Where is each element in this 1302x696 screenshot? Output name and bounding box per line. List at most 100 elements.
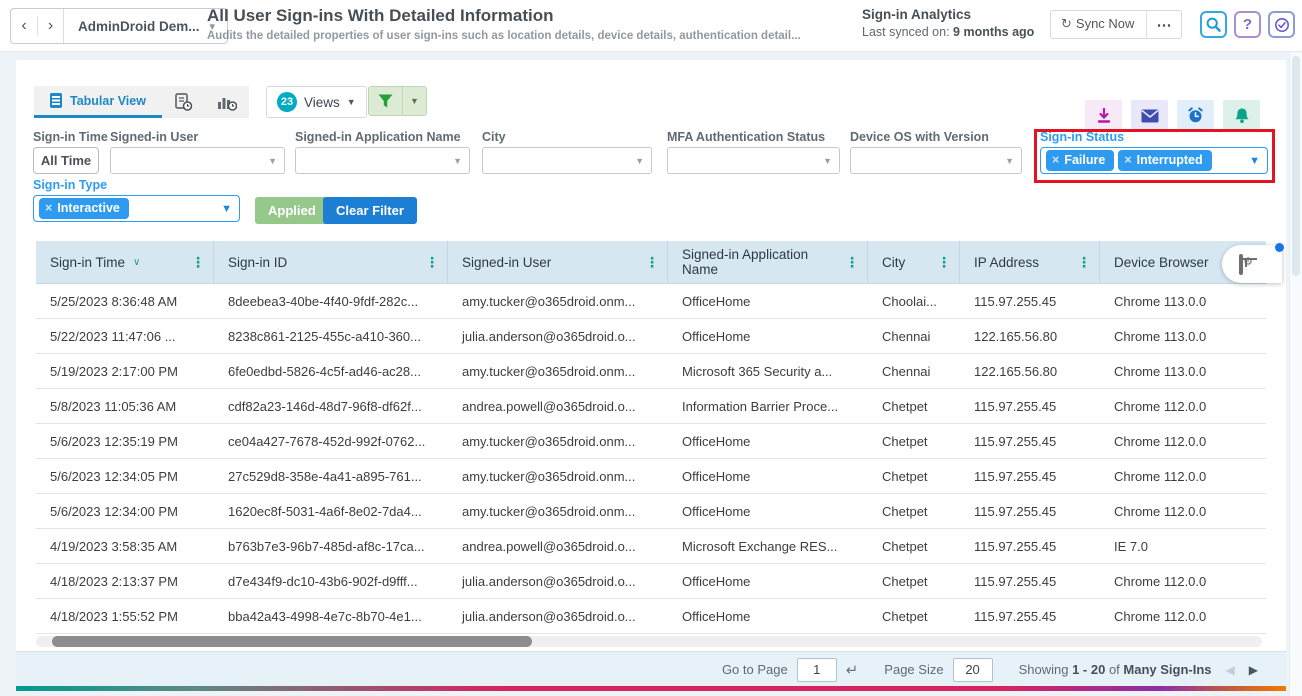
sort-descending-icon[interactable]: ∨ [133, 257, 140, 268]
column-menu-icon[interactable]: ⋮ [845, 254, 859, 271]
table-row[interactable]: 5/6/2023 12:34:00 PM 1620ec8f-5031-4a6f-… [36, 494, 1266, 529]
filter-chip-failure[interactable]: ×Failure [1046, 150, 1114, 171]
table-cell: Chetpet [868, 469, 960, 484]
table-cell: 115.97.255.45 [960, 504, 1100, 519]
table-row[interactable]: 5/8/2023 11:05:36 AM cdf82a23-146d-48d7-… [36, 389, 1266, 424]
table-cell: 5/25/2023 8:36:48 AM [36, 294, 214, 309]
forward-icon[interactable]: › [37, 17, 63, 35]
chevron-down-icon: ▼ [453, 156, 462, 166]
table-cell: 27c529d8-358e-4a41-a895-761... [214, 469, 448, 484]
device-os-select[interactable]: ▼ [850, 147, 1022, 174]
horizontal-scrollbar[interactable] [36, 636, 1262, 647]
table-cell: 5/8/2023 11:05:36 AM [36, 399, 214, 414]
filter-dropdown-button[interactable]: ▼ [402, 87, 426, 115]
download-icon [1096, 108, 1112, 124]
table-cell: Microsoft 365 Security a... [668, 364, 868, 379]
page-size-input[interactable] [953, 658, 993, 682]
column-header-signin-id[interactable]: Sign-in ID ⋮ [214, 241, 448, 283]
views-count-badge: 23 [277, 92, 297, 112]
table-cell: 4/18/2023 1:55:52 PM [36, 609, 214, 624]
table-cell: Chrome 112.0.0 [1100, 399, 1266, 414]
tab-scheduled-report[interactable] [162, 86, 205, 118]
city-select[interactable]: ▼ [482, 147, 652, 174]
column-menu-icon[interactable]: ⋮ [645, 254, 659, 271]
table-row[interactable]: 5/19/2023 2:17:00 PM 6fe0edbd-5826-4c5f-… [36, 354, 1266, 389]
schedule-button[interactable] [1177, 100, 1214, 131]
filter-signin-time: Sign-in Time All Time [33, 130, 108, 174]
column-menu-icon[interactable]: ⋮ [1077, 254, 1091, 271]
next-page-icon[interactable]: ▶ [1249, 663, 1258, 677]
table-row[interactable]: 5/22/2023 11:47:06 ... 8238c861-2125-455… [36, 319, 1266, 354]
table-cell: andrea.powell@o365droid.o... [448, 399, 668, 414]
last-synced-text: Last synced on: 9 months ago [862, 25, 1034, 39]
table-cell: bba42a43-4998-4e7c-8b70-4e1... [214, 609, 448, 624]
alerts-button[interactable] [1223, 100, 1260, 131]
table-row[interactable]: 4/19/2023 3:58:35 AM b763b7e3-96b7-485d-… [36, 529, 1266, 564]
table-cell: IE 7.0 [1100, 539, 1266, 554]
column-header-application-name[interactable]: Signed-in Application Name ⋮ [668, 241, 868, 283]
tab-tabular-view[interactable]: Tabular View [34, 86, 162, 118]
workspace-name[interactable]: AdminDroid Dem... [64, 19, 210, 34]
sync-status-block: Sign-in Analytics Last synced on: 9 mont… [862, 7, 1034, 39]
table-cell: Chetpet [868, 504, 960, 519]
filter-button[interactable] [369, 87, 402, 115]
column-header-city[interactable]: City ⋮ [868, 241, 960, 283]
horizontal-scrollbar-thumb[interactable] [52, 636, 532, 647]
views-dropdown[interactable]: 23 Views ▼ [266, 86, 367, 118]
workspace-selector[interactable]: ‹ › AdminDroid Dem... ▾ [10, 8, 228, 44]
table-row[interactable]: 4/18/2023 1:55:52 PM bba42a43-4998-4e7c-… [36, 599, 1266, 634]
more-options-button[interactable]: ⋯ [1146, 11, 1181, 38]
back-icon[interactable]: ‹ [11, 17, 37, 35]
signin-status-select[interactable]: ×Failure ×Interrupted ▼ [1040, 147, 1268, 174]
email-button[interactable] [1131, 100, 1168, 131]
table-row[interactable]: 5/6/2023 12:35:19 PM ce04a427-7678-452d-… [36, 424, 1266, 459]
table-row[interactable]: 5/25/2023 8:36:48 AM 8deebea3-40be-4f40-… [36, 284, 1266, 319]
mfa-status-select[interactable]: ▼ [667, 147, 840, 174]
filter-split-button: ▼ [368, 86, 427, 116]
table-cell: 115.97.255.45 [960, 539, 1100, 554]
table-cell: amy.tucker@o365droid.onm... [448, 469, 668, 484]
sync-icon: ↻ [1061, 16, 1072, 31]
alarm-clock-icon [1187, 107, 1204, 124]
sync-now-button[interactable]: ↻Sync Now [1051, 11, 1146, 38]
table-cell: OfficeHome [668, 574, 868, 589]
column-header-signin-time[interactable]: Sign-in Time ∨ ⋮ [36, 241, 214, 283]
column-header-ip-address[interactable]: IP Address ⋮ [960, 241, 1100, 283]
tasks-button[interactable] [1268, 11, 1295, 38]
search-icon [1206, 17, 1221, 32]
page-subtitle: Audits the detailed properties of user s… [207, 30, 801, 42]
filter-chip-interactive[interactable]: ×Interactive [39, 198, 129, 219]
search-button[interactable] [1200, 11, 1227, 38]
table-cell: cdf82a23-146d-48d7-96f8-df62f... [214, 399, 448, 414]
table-cell: 6fe0edbd-5826-4c5f-ad46-ac28... [214, 364, 448, 379]
table-row[interactable]: 5/6/2023 12:34:05 PM 27c529d8-358e-4a41-… [36, 459, 1266, 494]
page-scrollbar[interactable] [1289, 52, 1302, 696]
signin-type-select[interactable]: ×Interactive ▼ [33, 195, 240, 222]
close-icon[interactable]: × [1052, 153, 1059, 167]
column-menu-icon[interactable]: ⋮ [191, 254, 205, 271]
export-button[interactable] [1085, 100, 1122, 131]
close-icon[interactable]: × [1124, 153, 1131, 167]
table-row[interactable]: 4/18/2023 2:13:37 PM d7e434f9-dc10-43b6-… [36, 564, 1266, 599]
application-name-select[interactable]: ▼ [295, 147, 470, 174]
table-cell: Information Barrier Proce... [668, 399, 868, 414]
goto-page-input[interactable] [797, 658, 837, 682]
clear-filter-button[interactable]: Clear Filter [323, 197, 417, 224]
tab-chart-view[interactable] [205, 86, 249, 118]
help-button[interactable]: ? [1234, 11, 1261, 38]
signin-time-value[interactable]: All Time [33, 147, 99, 174]
column-menu-icon[interactable]: ⋮ [425, 254, 439, 271]
column-menu-icon[interactable]: ⋮ [937, 254, 951, 271]
filter-chip-interrupted[interactable]: ×Interrupted [1118, 150, 1211, 171]
return-icon: ↵ [846, 661, 859, 679]
table-cell: Chrome 112.0.0 [1100, 504, 1266, 519]
question-mark-icon: ? [1243, 16, 1252, 33]
showing-summary: Showing 1 - 20 of Many Sign-Ins [1019, 662, 1212, 677]
applied-button[interactable]: Applied [255, 197, 329, 224]
close-icon[interactable]: × [45, 201, 52, 215]
column-header-signed-in-user[interactable]: Signed-in User ⋮ [448, 241, 668, 283]
signed-in-user-select[interactable]: ▼ [110, 147, 285, 174]
column-settings-button[interactable]: ⚙ [1222, 245, 1282, 283]
page-scrollbar-thumb[interactable] [1292, 56, 1300, 276]
previous-page-icon[interactable]: ◀ [1226, 663, 1235, 677]
